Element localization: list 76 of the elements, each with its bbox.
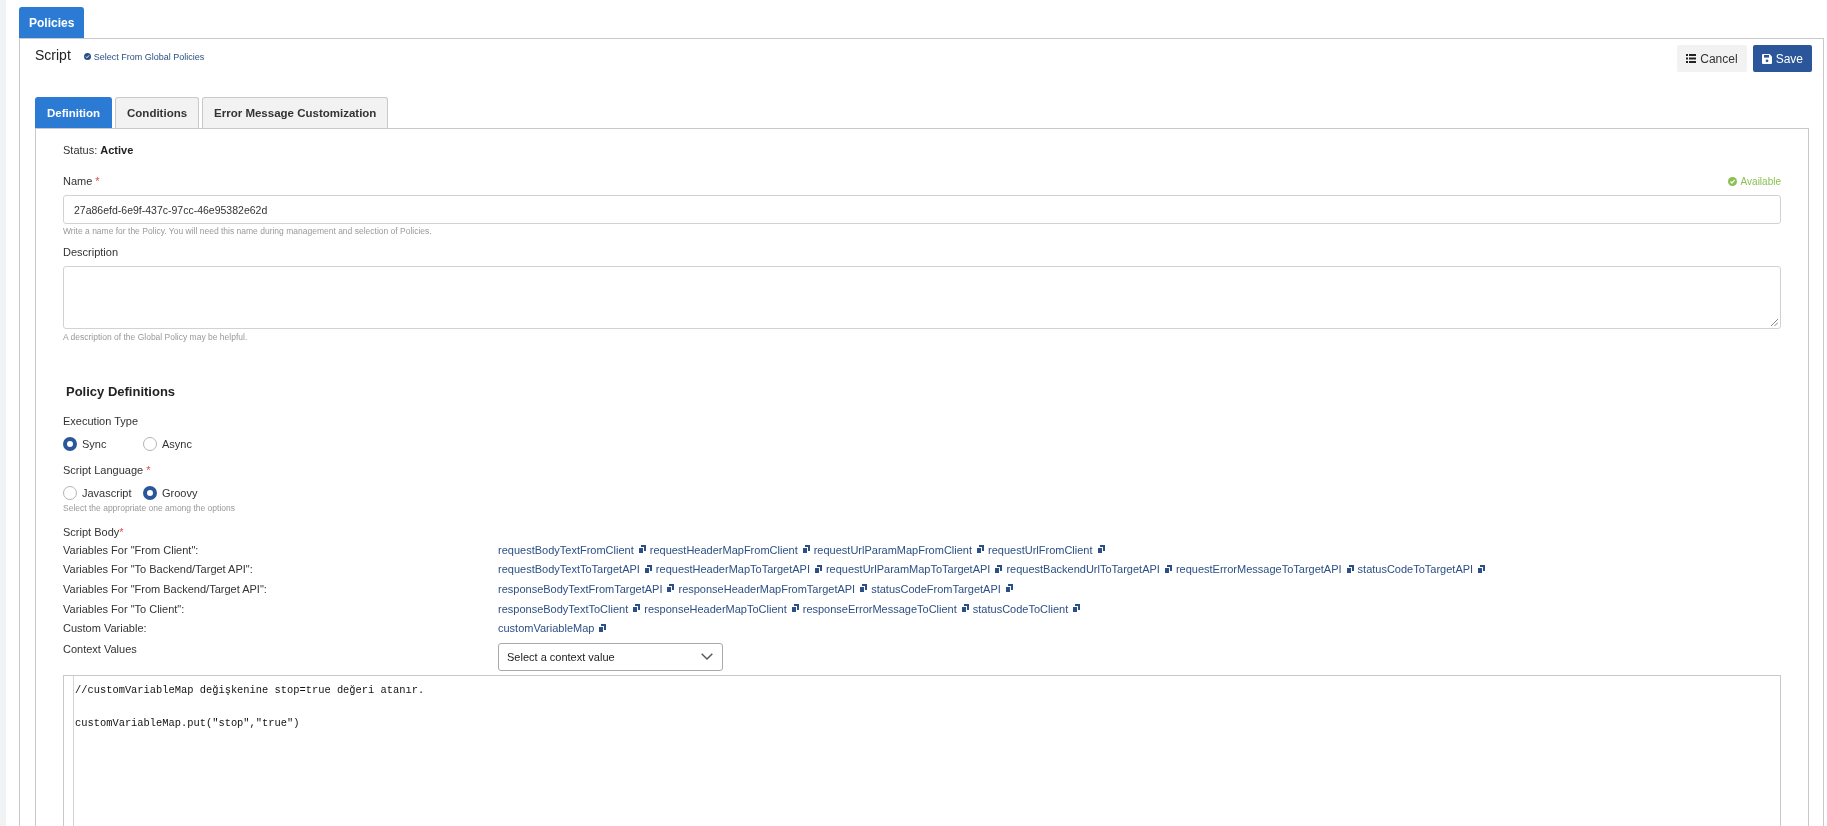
variable-link[interactable]: requestBodyTextToTargetAPI	[498, 563, 640, 576]
help-text: Select the appropriate one among the options	[63, 503, 235, 513]
page-tab[interactable]: Policies	[19, 7, 85, 38]
code-editor[interactable]: //customVariableMap değişkenine stop=true değeri atanır. customVariableMap.put("stop","true")	[63, 674, 1781, 826]
required-mark: *	[95, 175, 100, 187]
radio-label: Javascript	[82, 487, 132, 499]
variable-group-label: Variables For "From Backend/Target API":	[63, 583, 267, 595]
form-tab[interactable]: Definition	[35, 97, 113, 128]
radio-button[interactable]	[63, 437, 77, 451]
variable-link[interactable]: statusCodeFromTargetAPI	[871, 583, 1001, 595]
copy-icon[interactable]	[790, 604, 799, 614]
copy-icon[interactable]	[1477, 564, 1486, 574]
field-label: Description	[63, 246, 119, 258]
variable-group-label: Custom Variable:	[63, 622, 147, 635]
copy-icon[interactable]	[598, 623, 607, 633]
chevron-down-icon	[701, 653, 713, 661]
variable-link[interactable]: requestBodyTextFromClient	[498, 543, 634, 556]
form-tab[interactable]: Conditions	[115, 97, 200, 128]
variable-link[interactable]: customVariableMap	[498, 622, 595, 635]
save-button[interactable]: Save	[1752, 45, 1812, 72]
variable-link[interactable]: requestHeaderMapToTargetAPI	[655, 563, 810, 576]
copy-icon[interactable]	[1096, 545, 1105, 555]
variable-link[interactable]: requestUrlParamMapToTargetAPI	[825, 563, 991, 576]
radio-button[interactable]	[143, 437, 157, 451]
form-tab[interactable]: Error Message Customization	[202, 97, 389, 128]
field-label: Script Language	[63, 464, 144, 476]
help-text: A description of the Global Policy may be helpful.	[63, 332, 248, 342]
variable-link[interactable]: responseBodyTextToClient	[498, 602, 629, 615]
status-label: Status:	[63, 144, 98, 156]
variable-group-label: Variables For "To Client":	[63, 602, 185, 615]
variable-link[interactable]: requestUrlFromClient	[988, 543, 1093, 556]
field-label: Context Values	[63, 641, 137, 657]
variable-link[interactable]: requestErrorMessageToTargetAPI	[1175, 563, 1342, 576]
copy-icon[interactable]	[1163, 564, 1172, 574]
radio-label: Sync	[82, 438, 107, 450]
variable-link[interactable]: responseHeaderMapFromTargetAPI	[678, 583, 856, 595]
variable-group-label: Variables For "To Backend/Target API":	[63, 563, 253, 576]
resize-handle-icon[interactable]	[1771, 319, 1778, 326]
section-heading: Policy Definitions	[66, 383, 176, 399]
name-input[interactable]: 27a86efd-6e9f-437c-97cc-46e95382e62d	[63, 195, 1781, 224]
radio-button[interactable]	[63, 486, 77, 500]
field-label: Name	[63, 175, 93, 187]
required-mark: *	[146, 464, 151, 476]
radio-label: Async	[162, 438, 192, 450]
variable-link[interactable]: responseErrorMessageToClient	[802, 602, 957, 615]
context-value-select[interactable]: Select a context value	[498, 642, 723, 671]
copy-icon[interactable]	[1072, 604, 1081, 614]
required-mark: *	[119, 526, 124, 538]
cancel-button[interactable]: Cancel	[1677, 45, 1747, 72]
description-field[interactable]	[63, 266, 1781, 329]
radio-button[interactable]	[143, 486, 157, 500]
status-value: Active	[100, 144, 134, 156]
help-text: Write a name for the Policy. You will need this name during management and selection of Policies.	[63, 226, 432, 236]
copy-icon[interactable]	[859, 584, 868, 594]
copy-icon[interactable]	[666, 584, 675, 594]
panel-title: Script	[35, 47, 71, 63]
radio-label: Groovy	[162, 487, 198, 499]
list-icon	[1686, 54, 1697, 63]
field-label: Execution Type	[63, 415, 138, 427]
code-text: //customVariableMap değişkenine stop=true değeri atanır. customVariableMap.put("stop","true")	[74, 682, 425, 731]
availability-status: Available	[1740, 175, 1781, 187]
copy-icon[interactable]	[1345, 564, 1354, 574]
variable-link[interactable]: requestBackendUrlToTargetAPI	[1006, 563, 1160, 576]
field-label: Script Body	[63, 526, 120, 538]
variable-group-label: Variables For "From Client":	[63, 543, 199, 556]
variable-link[interactable]: requestUrlParamMapFromClient	[813, 543, 972, 556]
check-circle-icon	[83, 53, 91, 60]
copy-icon[interactable]	[632, 604, 641, 614]
global-policies-link[interactable]: Select From Global Policies	[83, 51, 205, 62]
check-circle-icon	[1727, 176, 1737, 186]
copy-icon[interactable]	[960, 604, 969, 614]
variable-link[interactable]: requestHeaderMapFromClient	[649, 543, 798, 556]
variable-link[interactable]: responseBodyTextFromTargetAPI	[498, 583, 663, 595]
variable-link[interactable]: statusCodeToClient	[972, 602, 1069, 615]
variable-link[interactable]: statusCodeToTargetAPI	[1357, 563, 1474, 576]
variable-link[interactable]: responseHeaderMapToClient	[644, 602, 787, 615]
